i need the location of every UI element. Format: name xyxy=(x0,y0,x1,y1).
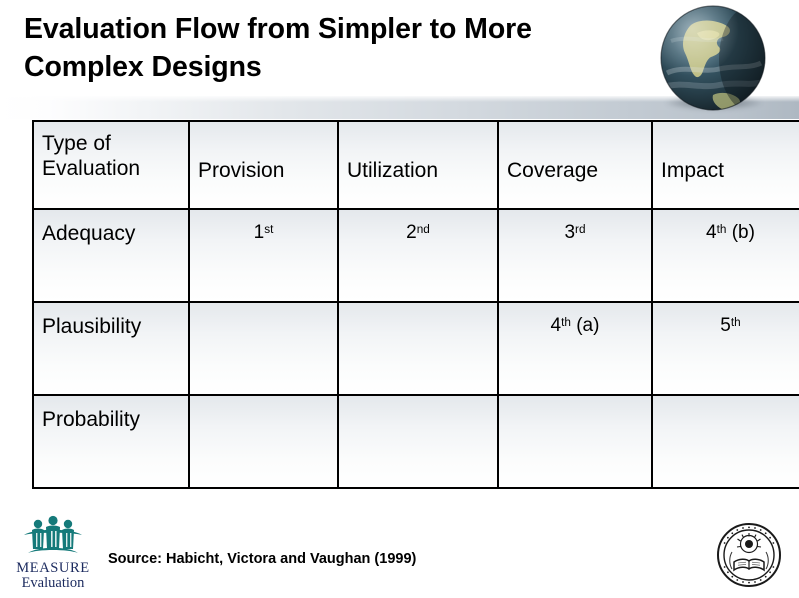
header-cell-utilization: Utilization xyxy=(337,120,499,210)
row-label-cell-probability: Probability xyxy=(32,394,190,489)
row-label-probability: Probability xyxy=(42,408,141,431)
ordinal-value xyxy=(190,303,337,315)
ordinal-value xyxy=(190,396,337,408)
cell-plausibility-utilization xyxy=(337,301,499,396)
row-label-plausibility: Plausibility xyxy=(42,315,142,338)
header-cell-type-of-evaluation: Type of Evaluation xyxy=(32,120,190,210)
measure-logo-line2: Evaluation xyxy=(21,575,85,591)
cell-plausibility-impact: 5th xyxy=(651,301,799,396)
cell-plausibility-provision xyxy=(188,301,339,396)
cell-probability-impact xyxy=(651,394,799,489)
row-label-adequacy: Adequacy xyxy=(42,222,136,245)
header-cell-impact: Impact xyxy=(651,120,799,210)
source-citation: Source: Habicht, Victora and Vaughan (19… xyxy=(108,551,417,567)
globe-earth-icon xyxy=(657,3,769,115)
cell-adequacy-provision: 1st xyxy=(188,208,339,303)
table-header-row: Type of Evaluation Provision Utilization… xyxy=(32,120,799,210)
ordinal-value: 1st xyxy=(253,222,274,243)
header-label-type-of-evaluation: Type of Evaluation xyxy=(42,132,141,181)
table-row: Plausibility 4th (a) 5th xyxy=(32,301,799,396)
ordinal-value: 4th (b) xyxy=(706,222,755,243)
table-row: Adequacy 1st 2nd 3rd 4th (b) xyxy=(32,208,799,303)
row-label-cell-adequacy: Adequacy xyxy=(32,208,190,303)
cell-probability-utilization xyxy=(337,394,499,489)
ordinal-value: 2nd xyxy=(406,222,430,243)
row-label-cell-plausibility: Plausibility xyxy=(32,301,190,396)
cell-adequacy-utilization: 2nd xyxy=(337,208,499,303)
ordinal-value xyxy=(653,396,799,408)
header-label-impact: Impact xyxy=(661,159,725,182)
cell-probability-provision xyxy=(188,394,339,489)
page-title: Evaluation Flow from Simpler to More Com… xyxy=(24,13,532,83)
ordinal-value xyxy=(339,396,497,408)
measure-evaluation-logo: MEASURE Evaluation xyxy=(8,515,98,593)
cell-adequacy-impact: 4th (b) xyxy=(651,208,799,303)
header-cell-coverage: Coverage xyxy=(497,120,653,210)
header-label-coverage: Coverage xyxy=(507,159,599,182)
cell-plausibility-coverage: 4th (a) xyxy=(497,301,653,396)
ordinal-value xyxy=(339,303,497,315)
table-row: Probability xyxy=(32,394,799,489)
ordinal-value: 5th xyxy=(720,315,741,336)
evaluation-flow-table: Type of Evaluation Provision Utilization… xyxy=(32,120,799,489)
cell-adequacy-coverage: 3rd xyxy=(497,208,653,303)
header-cell-provision: Provision xyxy=(188,120,339,210)
ordinal-value: 3rd xyxy=(564,222,586,243)
ordinal-value: 4th (a) xyxy=(550,315,600,336)
header-label-provision: Provision xyxy=(198,159,285,182)
ordinal-value xyxy=(499,396,651,408)
header-label-utilization: Utilization xyxy=(347,159,439,182)
university-seal-icon xyxy=(716,522,782,588)
cell-probability-coverage xyxy=(497,394,653,489)
measure-evaluation-people-icon xyxy=(24,515,82,553)
